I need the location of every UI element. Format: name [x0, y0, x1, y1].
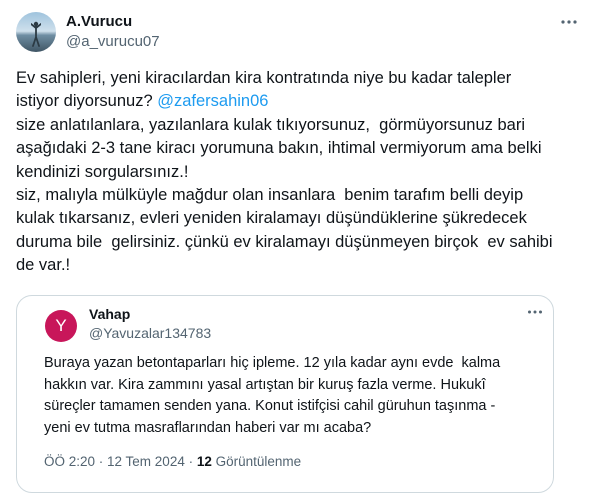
more-horizontal-icon	[561, 20, 577, 24]
quoted-more-options-button[interactable]	[525, 302, 545, 322]
more-horizontal-icon	[528, 310, 542, 314]
author-avatar[interactable]	[16, 12, 56, 52]
quoted-author-handle[interactable]: @Yavuzalar134783	[89, 325, 211, 341]
quoted-tweet-card[interactable]: Y Vahap @Yavuzalar134783 Buraya yazan be…	[16, 295, 554, 493]
tweet-text: Ev sahipleri, yeni kiracılardan kira kon…	[16, 67, 584, 278]
quoted-timestamp[interactable]: ÖÖ 2:20 · 12 Tem 2024 ·	[44, 454, 197, 469]
quoted-tweet-meta: ÖÖ 2:20 · 12 Tem 2024 · 12 Görüntülenme	[44, 454, 301, 469]
views-label: Görüntülenme	[211, 454, 302, 469]
quoted-author-avatar[interactable]: Y	[45, 310, 77, 342]
quoted-tweet-text: Buraya yazan betontaparları hiç ipleme. …	[44, 355, 501, 436]
more-options-button[interactable]	[557, 10, 581, 34]
author-handle[interactable]: @a_vurucu07	[66, 33, 160, 50]
author-name[interactable]: A.Vurucu	[66, 13, 132, 30]
avatar-person-figure	[31, 21, 41, 47]
mention-link[interactable]: @zafersahin06	[157, 92, 268, 110]
views-count: 12	[196, 454, 212, 469]
quoted-author-name[interactable]: Vahap	[89, 306, 130, 322]
tweet-text-part-2: size anlatılanlara, yazılanlara kulak tı…	[16, 115, 553, 275]
